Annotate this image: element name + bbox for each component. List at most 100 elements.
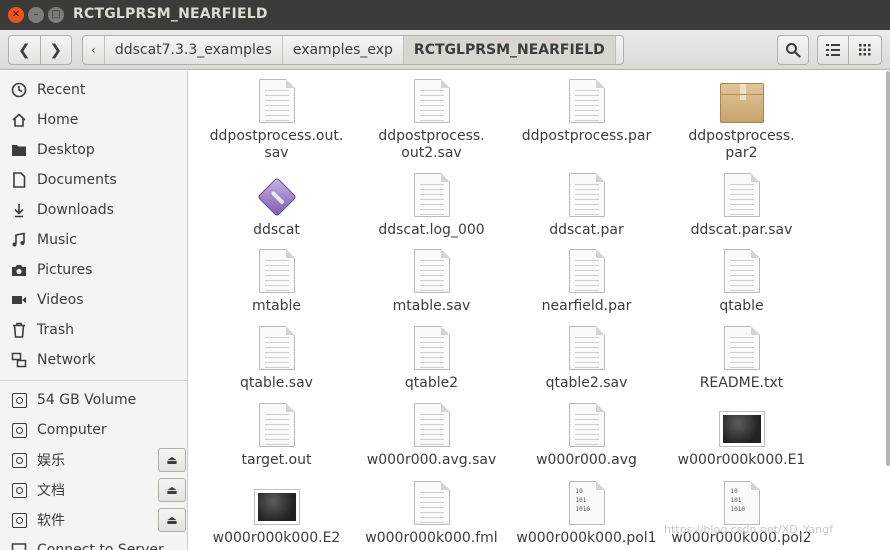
file-name: ddscat [253,222,300,238]
file-item[interactable]: ddpostprocess. out2.sav [354,79,509,162]
file-name: ddscat.par [549,222,624,238]
breadcrumb-item[interactable]: examples_exp [283,36,404,64]
file-item[interactable]: ddscat [199,173,354,239]
file-item[interactable]: qtable [664,249,819,315]
file-item[interactable]: mtable.sav [354,249,509,315]
file-item[interactable]: ddpostprocess. par2 [664,79,819,162]
forward-button[interactable]: ❯ [39,36,72,64]
eject-button[interactable]: ⏏ [158,448,186,472]
window-title: RCTGLPRSM_NEARFIELD [73,6,268,22]
sidebar-item-videos[interactable]: Videos [0,285,187,315]
sidebar-item-label: 软件 [37,513,65,529]
sidebar-item-label: Trash [37,322,74,338]
home-icon [10,111,28,129]
file-item[interactable]: README.txt [664,326,819,392]
sidebar-item-54gb-volume[interactable]: 54 GB Volume [0,385,187,415]
sidebar-item-label: Documents [37,172,117,188]
file-item[interactable]: w000r000k000.E2 [199,481,354,547]
network-icon [10,351,28,369]
sidebar-item-label: Desktop [37,142,95,158]
file-item[interactable]: qtable2.sav [509,326,664,392]
text-file-icon [568,79,605,123]
eject-icon: ⏏ [166,483,178,497]
file-item[interactable]: qtable2 [354,326,509,392]
sidebar: Recent Home Desktop Documents Downloads … [0,71,188,550]
file-item[interactable]: qtable.sav [199,326,354,392]
minimize-icon: – [33,9,39,20]
maximize-window-button[interactable]: □ [48,7,64,23]
file-item[interactable]: nearfield.par [509,249,664,315]
sidebar-item-trash[interactable]: Trash [0,315,187,345]
sidebar-item-label: 文档 [37,483,65,499]
close-window-button[interactable]: ✕ [8,7,24,23]
file-item[interactable]: ddscat.par.sav [664,173,819,239]
sidebar-item-label: Home [37,112,79,128]
title-bar: ✕ – □ RCTGLPRSM_NEARFIELD [0,0,890,30]
grid-view-button[interactable] [848,35,882,65]
breadcrumb: ‹ ddscat7.3.3_examples examples_exp RCTG… [82,35,624,65]
sidebar-item-label: Recent [37,82,86,98]
file-item[interactable]: w000r000.avg.sav [354,403,509,469]
sidebar-item-network[interactable]: Network [0,345,187,375]
drive-icon [10,421,28,439]
minimize-window-button[interactable]: – [28,7,44,23]
sidebar-item-desktop[interactable]: Desktop [0,135,187,165]
file-item[interactable]: 10 101 1010 w000r000k000.pol1 [509,481,664,547]
sidebar-item-home[interactable]: Home [0,105,187,135]
document-icon [10,171,28,189]
file-item[interactable]: w000r000k000.fml [354,481,509,547]
file-name: w000r000k000.fml [365,530,498,546]
file-name: ddpostprocess.par [521,128,652,144]
eject-icon: ⏏ [166,453,178,467]
eject-button[interactable]: ⏏ [158,508,186,532]
history-nav: ❮ ❯ [8,35,72,65]
file-name: qtable2 [404,375,459,391]
file-item[interactable]: ddpostprocess.out. sav [199,79,354,162]
file-name: w000r000k000.pol1 [516,530,657,546]
file-name: qtable [719,298,764,314]
breadcrumb-scroll-left[interactable]: ‹ [83,36,105,64]
eject-button[interactable]: ⏏ [158,478,186,502]
sidebar-item-label: Connect to Server [37,542,164,550]
sidebar-item-downloads[interactable]: Downloads [0,195,187,225]
text-file-icon [568,326,605,370]
text-file-icon [568,173,605,217]
file-name: qtable.sav [240,375,313,391]
file-item[interactable]: ddpostprocess.par [509,79,664,145]
text-file-icon [413,403,450,447]
file-item[interactable]: target.out [199,403,354,469]
clock-icon [10,81,28,99]
file-name: ddscat.log_000 [378,222,485,238]
back-button[interactable]: ❮ [9,36,40,64]
sidebar-item-label: Network [37,352,96,368]
text-file-icon [723,173,760,217]
text-file-icon [413,173,450,217]
sidebar-item-connect-to-server[interactable]: Connect to Server [0,535,187,550]
file-item[interactable]: ddscat.par [509,173,664,239]
text-file-icon [723,326,760,370]
breadcrumb-scroll-right[interactable]: › [616,36,623,64]
file-item[interactable]: w000r000.avg [509,403,664,469]
video-icon [10,291,28,309]
vertical-scrollbar[interactable] [886,71,890,466]
file-item[interactable]: 10 101 1010 w000r000k000.pol2 [664,481,819,547]
watermark: https://blog.csdn.net/XD_Yangf [664,523,833,536]
chevron-left-icon: ‹ [91,43,96,57]
file-item[interactable]: w000r000k000.E1 [664,403,819,469]
chevron-left-icon: ❮ [17,41,31,59]
breadcrumb-item[interactable]: ddscat7.3.3_examples [105,36,283,64]
sidebar-item-pictures[interactable]: Pictures [0,255,187,285]
file-name: w000r000k000.E2 [212,530,341,546]
breadcrumb-item-current[interactable]: RCTGLPRSM_NEARFIELD [403,36,616,64]
file-item[interactable]: mtable [199,249,354,315]
sidebar-item-computer[interactable]: Computer [0,415,187,445]
sidebar-item-recent[interactable]: Recent [0,75,187,105]
sidebar-item-music[interactable]: Music [0,225,187,255]
search-button[interactable] [777,35,809,65]
list-view-button[interactable] [817,35,849,65]
file-item[interactable]: ddscat.log_000 [354,173,509,239]
sidebar-item-documents[interactable]: Documents [0,165,187,195]
drive-icon [10,391,28,409]
grid-view-icon [859,44,871,56]
sidebar-item-label: Videos [37,292,84,308]
